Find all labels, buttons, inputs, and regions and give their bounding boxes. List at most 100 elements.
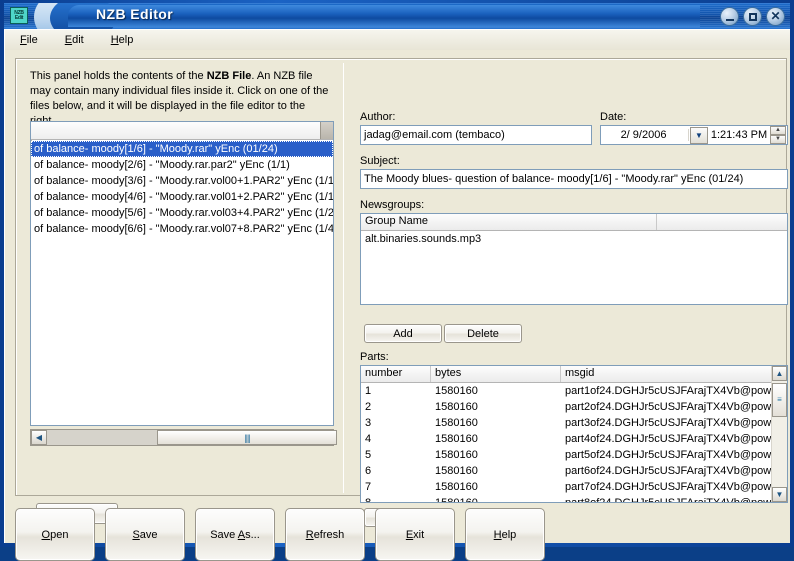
save-as-button[interactable]: Save As... (195, 508, 275, 561)
exit-button[interactable]: Exit (375, 508, 455, 561)
main-group-panel: This panel holds the contents of the NZB… (15, 58, 788, 527)
chevron-down-icon[interactable]: ▼ (690, 126, 708, 144)
newsgroups-label: Newsgroups: (360, 199, 425, 211)
part-number-cell: 1 (365, 385, 372, 397)
open-button[interactable]: Open (15, 508, 95, 561)
title-bar: NZB Edit NZB Editor ✕ (4, 3, 790, 29)
column-header-filler (657, 214, 787, 230)
minimize-icon (726, 19, 734, 21)
menu-item-help[interactable]: Help (111, 32, 147, 48)
part-number-cell: 6 (365, 465, 372, 477)
author-label: Author: (360, 111, 396, 123)
close-button[interactable]: ✕ (766, 7, 785, 26)
file-list[interactable]: of balance- moody[1/6] - "Moody.rar" yEn… (31, 141, 333, 425)
list-item[interactable]: of balance- moody[6/6] - "Moody.rar.vol0… (31, 221, 333, 237)
list-item[interactable]: of balance- moody[5/6] - "Moody.rar.vol0… (31, 205, 333, 221)
scrollbar-track[interactable]: |||| (47, 430, 337, 445)
parts-grid[interactable]: number bytes msgid 1 1580160 part1of24.D… (360, 365, 788, 503)
part-bytes-cell: 1580160 (435, 417, 478, 429)
newsgroups-grid[interactable]: Group Name alt.binaries.sounds.mp3 (360, 213, 788, 305)
scroll-down-icon[interactable]: ▼ (772, 487, 787, 502)
save-button[interactable]: Save (105, 508, 185, 561)
list-item[interactable]: of balance- moody[3/6] - "Moody.rar.vol0… (31, 173, 333, 189)
part-number-cell: 5 (365, 449, 372, 461)
spinner-up-icon[interactable]: ▲ (770, 126, 786, 135)
delete-newsgroup-button[interactable]: Delete (444, 324, 522, 343)
part-number-cell: 3 (365, 417, 372, 429)
minimize-button[interactable] (720, 7, 739, 26)
parts-grid-body[interactable]: number bytes msgid 1 1580160 part1of24.D… (361, 366, 771, 502)
spinner-down-icon[interactable]: ▼ (770, 135, 786, 144)
part-number-cell: 4 (365, 433, 372, 445)
client-area: File Edit Help This panel holds the cont… (4, 29, 790, 561)
column-header-number[interactable]: number (361, 366, 431, 382)
part-bytes-cell: 1580160 (435, 433, 478, 445)
subject-label: Subject: (360, 155, 400, 167)
scroll-left-icon[interactable]: ◀ (31, 430, 47, 445)
add-newsgroup-button[interactable]: Add (364, 324, 442, 343)
part-number-cell: 2 (365, 401, 372, 413)
file-list-horizontal-scrollbar[interactable]: ◀ |||| ▶ (30, 429, 337, 446)
scrollbar-track[interactable]: ≡ (772, 381, 787, 487)
column-header-bytes[interactable]: bytes (431, 366, 561, 382)
time-spinner[interactable]: ▲ ▼ (770, 126, 786, 144)
bottom-button-bar: Open Save Save As... Refresh Exit Help (15, 508, 787, 561)
close-icon: ✕ (770, 9, 781, 23)
list-item[interactable]: of balance- moody[2/6] - "Moody.rar.par2… (31, 157, 333, 173)
part-number-cell: 8 (361, 495, 431, 502)
table-row[interactable]: 6 1580160 part6of24.DGHJr5cUSJFArajTX4Vb… (361, 463, 771, 479)
table-row[interactable]: 4 1580160 part4of24.DGHJr5cUSJFArajTX4Vb… (361, 431, 771, 447)
date-time-group: 2/ 9/2006 ▼ 1:21:43 PM ▲ ▼ (600, 125, 788, 145)
date-label: Date: (600, 111, 627, 123)
maximize-button[interactable] (743, 7, 762, 26)
part-bytes-cell: 1580160 (435, 481, 478, 493)
window-title: NZB Editor (96, 6, 174, 22)
table-row[interactable]: 1 1580160 part1of24.DGHJr5cUSJFArajTX4Vb… (361, 383, 771, 399)
table-row[interactable]: 5 1580160 part5of24.DGHJr5cUSJFArajTX4Vb… (361, 447, 771, 463)
table-row[interactable]: 8 1580160 part8of24.DGHJr5cUSJFArajTX4Vb… (361, 495, 771, 502)
menu-item-file[interactable]: File (20, 32, 51, 48)
menu-bar: File Edit Help (5, 30, 790, 50)
author-input[interactable]: jadag@email.com (tembaco) (360, 125, 592, 145)
application-window: NZB Edit NZB Editor ✕ File Edit Help Thi… (0, 0, 794, 561)
part-number-cell: 7 (365, 481, 372, 493)
scrollbar-thumb[interactable]: |||| (157, 430, 337, 445)
part-msgid-cell: part2of24.DGHJr5cUSJFArajTX4Vb@powerpost… (565, 401, 771, 413)
maximize-icon (749, 13, 757, 21)
part-bytes-cell: 1580160 (431, 495, 561, 502)
scroll-up-icon[interactable]: ▲ (772, 366, 787, 381)
scrollbar-thumb[interactable]: ≡ (772, 383, 787, 417)
app-icon-line2: Edit (14, 15, 24, 21)
table-row[interactable]: 2 1580160 part2of24.DGHJr5cUSJFArajTX4Vb… (361, 399, 771, 415)
refresh-button[interactable]: Refresh (285, 508, 365, 561)
list-item[interactable]: of balance- moody[4/6] - "Moody.rar.vol0… (31, 189, 333, 205)
table-row[interactable]: alt.binaries.sounds.mp3 (361, 231, 787, 247)
list-item[interactable]: of balance- moody[1/6] - "Moody.rar" yEn… (31, 141, 333, 157)
file-list-header (31, 122, 333, 140)
part-msgid-cell: part6of24.DGHJr5cUSJFArajTX4Vb@powerpost… (565, 465, 771, 477)
menu-item-edit[interactable]: Edit (65, 32, 97, 48)
file-list-container: of balance- moody[1/6] - "Moody.rar" yEn… (30, 121, 334, 426)
column-header-group-name[interactable]: Group Name (361, 214, 657, 230)
part-bytes-cell: 1580160 (435, 465, 478, 477)
part-bytes-cell: 1580160 (435, 385, 478, 397)
part-msgid-cell: part1of24.DGHJr5cUSJFArajTX4Vb@powerpost… (565, 385, 771, 397)
part-msgid-cell: part4of24.DGHJr5cUSJFArajTX4Vb@powerpost… (565, 433, 771, 445)
part-msgid-cell: part3of24.DGHJr5cUSJFArajTX4Vb@powerpost… (565, 417, 771, 429)
parts-header-row: number bytes msgid (361, 366, 771, 383)
panel-divider (343, 63, 344, 493)
time-input[interactable]: 1:21:43 PM (708, 129, 770, 141)
table-row[interactable]: 7 1580160 part7of24.DGHJr5cUSJFArajTX4Vb… (361, 479, 771, 495)
part-msgid-cell: part5of24.DGHJr5cUSJFArajTX4Vb@powerpost… (565, 449, 771, 461)
date-input[interactable]: 2/ 9/2006 (601, 129, 689, 141)
table-row[interactable]: 3 1580160 part3of24.DGHJr5cUSJFArajTX4Vb… (361, 415, 771, 431)
newsgroups-header-row: Group Name (361, 214, 787, 231)
subject-input[interactable]: The Moody blues- question of balance- mo… (360, 169, 788, 189)
newsgroup-name-cell: alt.binaries.sounds.mp3 (365, 233, 482, 245)
column-header-msgid[interactable]: msgid (561, 366, 771, 382)
column-resize-grip[interactable] (320, 122, 333, 139)
parts-vertical-scrollbar[interactable]: ▲ ≡ ▼ (771, 366, 787, 502)
help-button[interactable]: Help (465, 508, 545, 561)
application-icon: NZB Edit (10, 7, 28, 24)
parts-label: Parts: (360, 351, 389, 363)
